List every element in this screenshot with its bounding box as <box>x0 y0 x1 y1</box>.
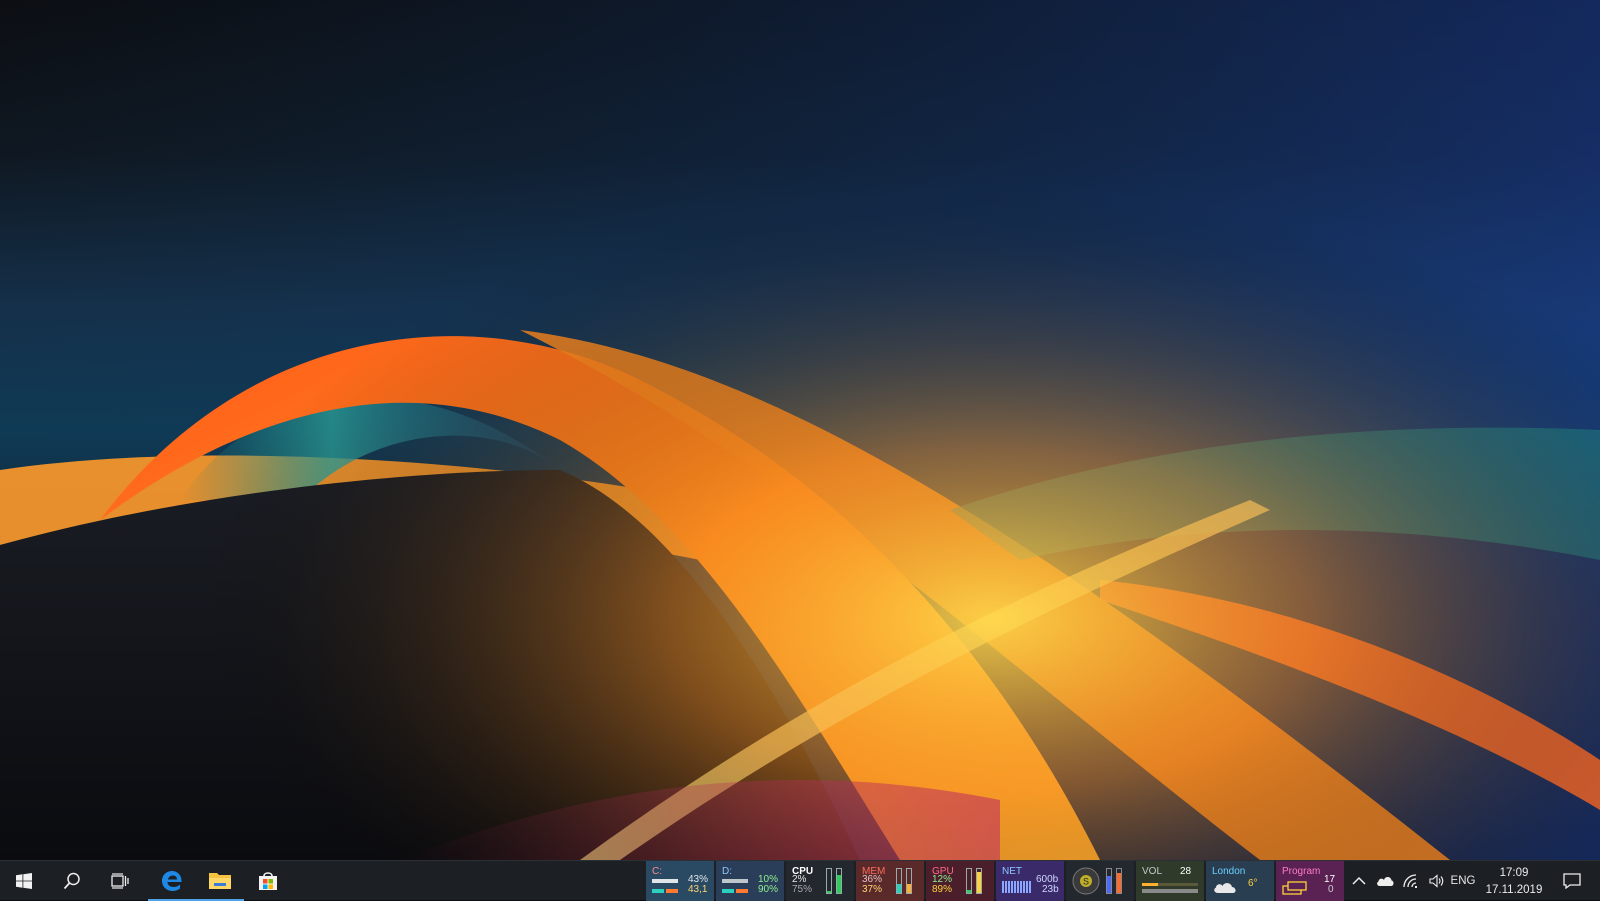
disk-c-read-bar <box>652 889 664 893</box>
search-button[interactable] <box>48 861 96 901</box>
volume-monitor[interactable]: VOL 28 <box>1136 861 1204 901</box>
program-count-2: 0 <box>1328 884 1334 895</box>
edge-icon <box>162 871 182 891</box>
disk-d-monitor[interactable]: D: 10% 90% <box>716 861 784 901</box>
network-monitor[interactable]: NET 600b 23b <box>996 861 1064 901</box>
task-view-button[interactable] <box>96 861 144 901</box>
disk-d-write-bar <box>736 889 748 893</box>
clock-button[interactable]: 17:09 17.11.2019 <box>1476 861 1552 901</box>
cpu-meter-2 <box>836 868 842 894</box>
media-badge: S <box>1083 877 1089 887</box>
abstract-wave-artwork <box>0 0 1600 860</box>
disk-d-label: D: <box>722 866 732 877</box>
net-label: NET <box>1002 866 1022 877</box>
gpu-monitor[interactable]: GPU 12% 89% <box>926 861 994 901</box>
disk-d-usage-bar <box>722 879 748 883</box>
windows-stack-icon <box>1282 881 1307 895</box>
disk-c-label: C: <box>652 866 662 877</box>
weather-monitor[interactable]: London 6° <box>1206 861 1274 901</box>
taskbar-app-edge[interactable] <box>148 861 196 901</box>
desktop-wallpaper <box>0 0 1600 860</box>
cpu-value-2: 75% <box>792 884 813 895</box>
media-meter-1 <box>1106 868 1112 894</box>
memory-monitor[interactable]: MEM 36% 37% <box>856 861 924 901</box>
start-button[interactable] <box>0 861 48 901</box>
media-meter-2 <box>1116 868 1122 894</box>
gpu-meter-1 <box>966 868 972 894</box>
cloud-icon <box>1377 877 1394 886</box>
action-center-button[interactable] <box>1552 861 1592 901</box>
net-activity-graph <box>1002 881 1031 893</box>
taskbar-app-file-explorer[interactable] <box>196 861 244 901</box>
volume-tray-button[interactable] <box>1424 861 1450 901</box>
cpu-meter-1 <box>826 868 832 894</box>
gpu-meter-2 <box>976 868 982 894</box>
cpu-monitor[interactable]: CPU 2% 75% <box>786 861 854 901</box>
wifi-icon <box>1403 874 1417 888</box>
weather-temp: 6° <box>1248 878 1258 889</box>
mem-meter-2 <box>906 868 912 894</box>
taskbar: C: 43% 43,1 D: 10% 90% CPU 2% 75% MEM 36… <box>0 860 1600 901</box>
onedrive-tray-button[interactable] <box>1372 861 1398 901</box>
mem-value-2: 37% <box>862 884 883 895</box>
action-center-icon <box>1563 873 1581 889</box>
disk-c-usage-bar <box>652 879 678 883</box>
disk-c-value: 43,1 <box>688 884 708 895</box>
cloud-icon <box>1214 883 1236 893</box>
media-monitor[interactable]: S <box>1066 861 1134 901</box>
clock-date: 17.11.2019 <box>1485 884 1543 896</box>
mem-meter-1 <box>896 868 902 894</box>
clock-time: 17:09 <box>1499 867 1529 879</box>
program-label: Program <box>1282 866 1321 877</box>
show-hidden-icons-button[interactable] <box>1346 861 1372 901</box>
network-tray-button[interactable] <box>1398 861 1424 901</box>
gpu-value-2: 89% <box>932 884 953 895</box>
net-upload: 23b <box>1042 884 1059 895</box>
weather-city: London <box>1212 866 1246 877</box>
taskbar-app-store[interactable] <box>244 861 292 901</box>
media-disc-icon: S <box>1072 867 1100 895</box>
task-view-icon <box>111 873 129 889</box>
input-language-button[interactable]: ENG <box>1450 861 1476 901</box>
vol-label: VOL <box>1142 866 1163 877</box>
disk-c-write-bar <box>666 889 678 893</box>
vol-value: 28 <box>1180 866 1192 877</box>
store-icon <box>259 872 277 890</box>
disk-d-read-bar <box>722 889 734 893</box>
file-explorer-icon <box>209 873 231 889</box>
disk-c-monitor[interactable]: C: 43% 43,1 <box>646 861 714 901</box>
chevron-up-icon <box>1352 876 1366 885</box>
search-icon <box>63 872 80 890</box>
speaker-icon <box>1429 874 1444 888</box>
disk-d-value: 90% <box>758 884 779 895</box>
program-monitor[interactable]: Program 17 0 <box>1276 861 1344 901</box>
vol-level-bars <box>1142 883 1198 893</box>
windows-logo-icon <box>16 873 32 889</box>
